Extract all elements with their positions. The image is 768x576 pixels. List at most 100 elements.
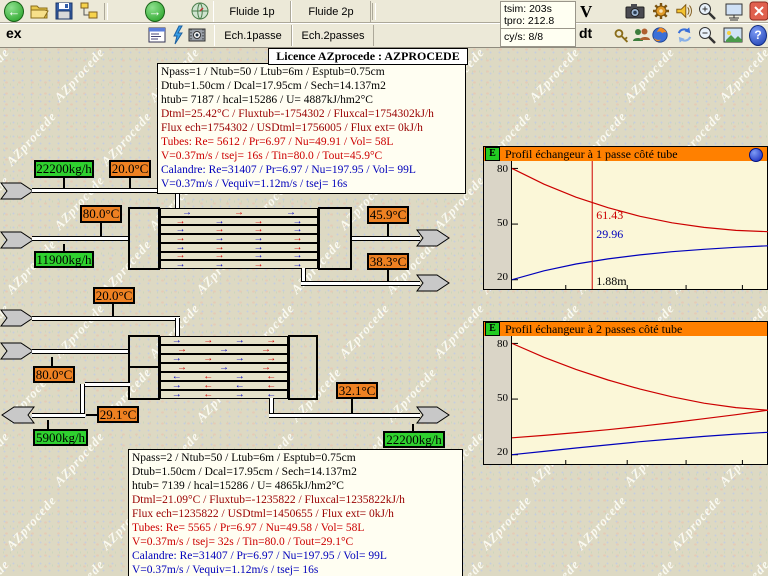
flow-arrow-icon: →: [214, 242, 225, 252]
open-folder-icon[interactable]: [29, 1, 49, 21]
chart2-y-axis: 80 50 20: [484, 336, 512, 464]
lightning-icon[interactable]: [171, 25, 185, 45]
screen-icon[interactable]: [722, 1, 746, 21]
browser-globe-icon[interactable]: [651, 25, 669, 45]
pipe: [32, 349, 130, 354]
flow-label-ex1-shell[interactable]: 22200kg/h: [34, 160, 94, 178]
info-line: Tubes: Re= 5612 / Pr=6.97 / Nu=49.91 / V…: [161, 136, 394, 148]
people-icon[interactable]: [631, 25, 651, 45]
background-watermark: AZprocede: [573, 492, 630, 553]
exchanger-tube: → → →: [160, 208, 318, 217]
flow-arrow-icon: →: [286, 208, 296, 217]
info-line: Npass=2 / Ntub=50 / Ltub=6m / Esptub=0.7…: [132, 452, 356, 464]
forward-icon[interactable]: →: [145, 0, 165, 22]
gear-icon[interactable]: [651, 1, 671, 21]
flow-arrow-icon: →: [214, 234, 225, 243]
dt-label[interactable]: dt: [579, 25, 592, 41]
exchanger-tube: → → →: [160, 345, 288, 354]
temp-label-ex2-cold-out[interactable]: 32.1°C: [336, 382, 378, 399]
flow-label-ex2-shell[interactable]: 22200kg/h: [383, 431, 445, 448]
inlet-arrow-ex2-shell: [0, 309, 34, 327]
toolbar-separator: [104, 3, 108, 20]
help-icon[interactable]: ?: [749, 24, 767, 46]
pipe: [32, 236, 130, 241]
back-icon[interactable]: ←: [4, 0, 24, 22]
flow-arrow-icon: →: [219, 345, 229, 354]
info-line: Flux ech=1235822 / USDtml=1450655 / Flux…: [132, 508, 394, 520]
info-line: Calandre: Re=31407 / Pr=6.97 / Nu=197.95…: [161, 164, 416, 176]
flow-arrow-icon: →: [214, 225, 225, 235]
ex2-tube-bundle: → → → → → → → → → → → → → → ← ← → ← → ← ← ← → ← → ←: [160, 335, 288, 400]
ex2-right-header: [288, 335, 318, 400]
film-eye-icon[interactable]: [187, 25, 207, 45]
ex-label[interactable]: ex: [6, 25, 22, 41]
info-line: Tubes: Re= 5565 / Pr=6.97 / Nu=49.58 / V…: [132, 522, 365, 534]
info-line: V=0.37m/s / tsej= 16s / Tin=80.0 / Tout=…: [161, 150, 383, 162]
outlet-arrow-ex1-shell: [416, 274, 450, 292]
background-watermark: AZprocede: [336, 300, 393, 361]
temp-label-ex1-cold-out[interactable]: 38.3°C: [367, 253, 409, 270]
flow-arrow-icon: →: [171, 354, 182, 363]
chart1-plot-area[interactable]: 61.43 29.96 1.88m: [512, 161, 768, 289]
flow-arrow-icon: ←: [203, 372, 214, 381]
globe-clock-icon[interactable]: [190, 1, 210, 21]
pipe: [301, 281, 420, 286]
flow-label-ex2-tube[interactable]: 5900kg/h: [33, 429, 88, 446]
chart1-titlebar[interactable]: E Profil échangeur à 1 passe côté tube: [484, 147, 767, 162]
chart1-e-button[interactable]: E: [485, 147, 500, 161]
ech-1passe-button[interactable]: Ech.1passe: [214, 25, 292, 46]
y-tick-label: 80: [497, 163, 508, 175]
flow-arrow-icon: →: [219, 363, 229, 372]
flow-arrow-icon: →: [292, 234, 303, 243]
chart2-plot-area[interactable]: [512, 336, 768, 464]
background-watermark: AZprocede: [478, 492, 535, 553]
flow-arrow-icon: →: [234, 336, 245, 345]
temp-label-ex2-cold-in[interactable]: 20.0°C: [93, 287, 135, 304]
simulation-status-panel: tsim: 203s tpro: 212.8 cy/s: 8/8: [500, 1, 576, 47]
flow-arrow-icon: →: [253, 260, 264, 270]
background-watermark: AZprocede: [0, 556, 13, 576]
label-connector: [129, 178, 131, 188]
background-watermark: AZprocede: [0, 428, 13, 489]
zoom-in-icon[interactable]: [697, 1, 717, 21]
temp-label-ex2-hot-in[interactable]: 80.0°C: [33, 366, 75, 383]
fluide-2p-button[interactable]: Fluide 2p: [291, 1, 371, 22]
flow-arrow-icon: →: [182, 208, 192, 217]
window-list-icon[interactable]: [147, 25, 167, 45]
fluide-1p-button[interactable]: Fluide 1p: [213, 1, 291, 22]
temp-label-ex1-hot-in[interactable]: 80.0°C: [80, 205, 122, 223]
background-watermark: AZprocede: [0, 44, 13, 105]
background-watermark: AZprocede: [621, 556, 678, 576]
tree-icon[interactable]: [79, 1, 99, 21]
ech-2passes-button[interactable]: Ech.2passes: [292, 25, 374, 46]
chart2-e-button[interactable]: E: [485, 322, 500, 336]
flow-arrow-icon: →: [292, 225, 303, 235]
sync-icon[interactable]: [675, 25, 694, 45]
flow-arrow-icon: →: [177, 363, 187, 372]
flow-arrow-icon: →: [261, 345, 271, 354]
temp-label-ex1-cold-in[interactable]: 20.0°C: [109, 160, 151, 178]
picture-icon[interactable]: [721, 25, 745, 45]
chart1-sphere-button[interactable]: [749, 148, 763, 162]
exchanger2-info-box: Npass=2 / Ntub=50 / Ltub=6m / Esptub=0.7…: [128, 449, 463, 576]
camera-icon[interactable]: [624, 1, 646, 21]
chart-window-2-passes: E Profil échangeur à 2 passes côté tube …: [483, 321, 768, 465]
background-watermark: AZprocede: [526, 44, 583, 105]
flow-arrow-icon: →: [253, 251, 264, 261]
info-line: Calandre: Re=31407 / Pr=6.97 / Nu=197.95…: [132, 550, 387, 562]
save-icon[interactable]: [54, 1, 74, 21]
pipe: [352, 236, 420, 241]
key-icon[interactable]: [613, 26, 630, 46]
inlet-arrow-ex1-tube: [0, 231, 34, 249]
flow-arrow-icon: →: [253, 216, 264, 226]
v-label[interactable]: V: [580, 2, 592, 22]
flow-label-ex1-tube[interactable]: 11900kg/h: [34, 251, 94, 268]
chart2-titlebar[interactable]: E Profil échangeur à 2 passes côté tube: [484, 322, 767, 336]
speaker-icon[interactable]: [675, 1, 693, 21]
zoom-out-icon[interactable]: [697, 25, 717, 45]
temp-label-ex1-hot-out[interactable]: 45.9°C: [367, 206, 409, 224]
flow-arrow-icon: →: [292, 251, 303, 261]
flow-arrow-icon: →: [214, 260, 225, 270]
temp-label-ex2-hot-out[interactable]: 29.1°C: [97, 406, 139, 423]
close-icon[interactable]: [749, 1, 768, 21]
